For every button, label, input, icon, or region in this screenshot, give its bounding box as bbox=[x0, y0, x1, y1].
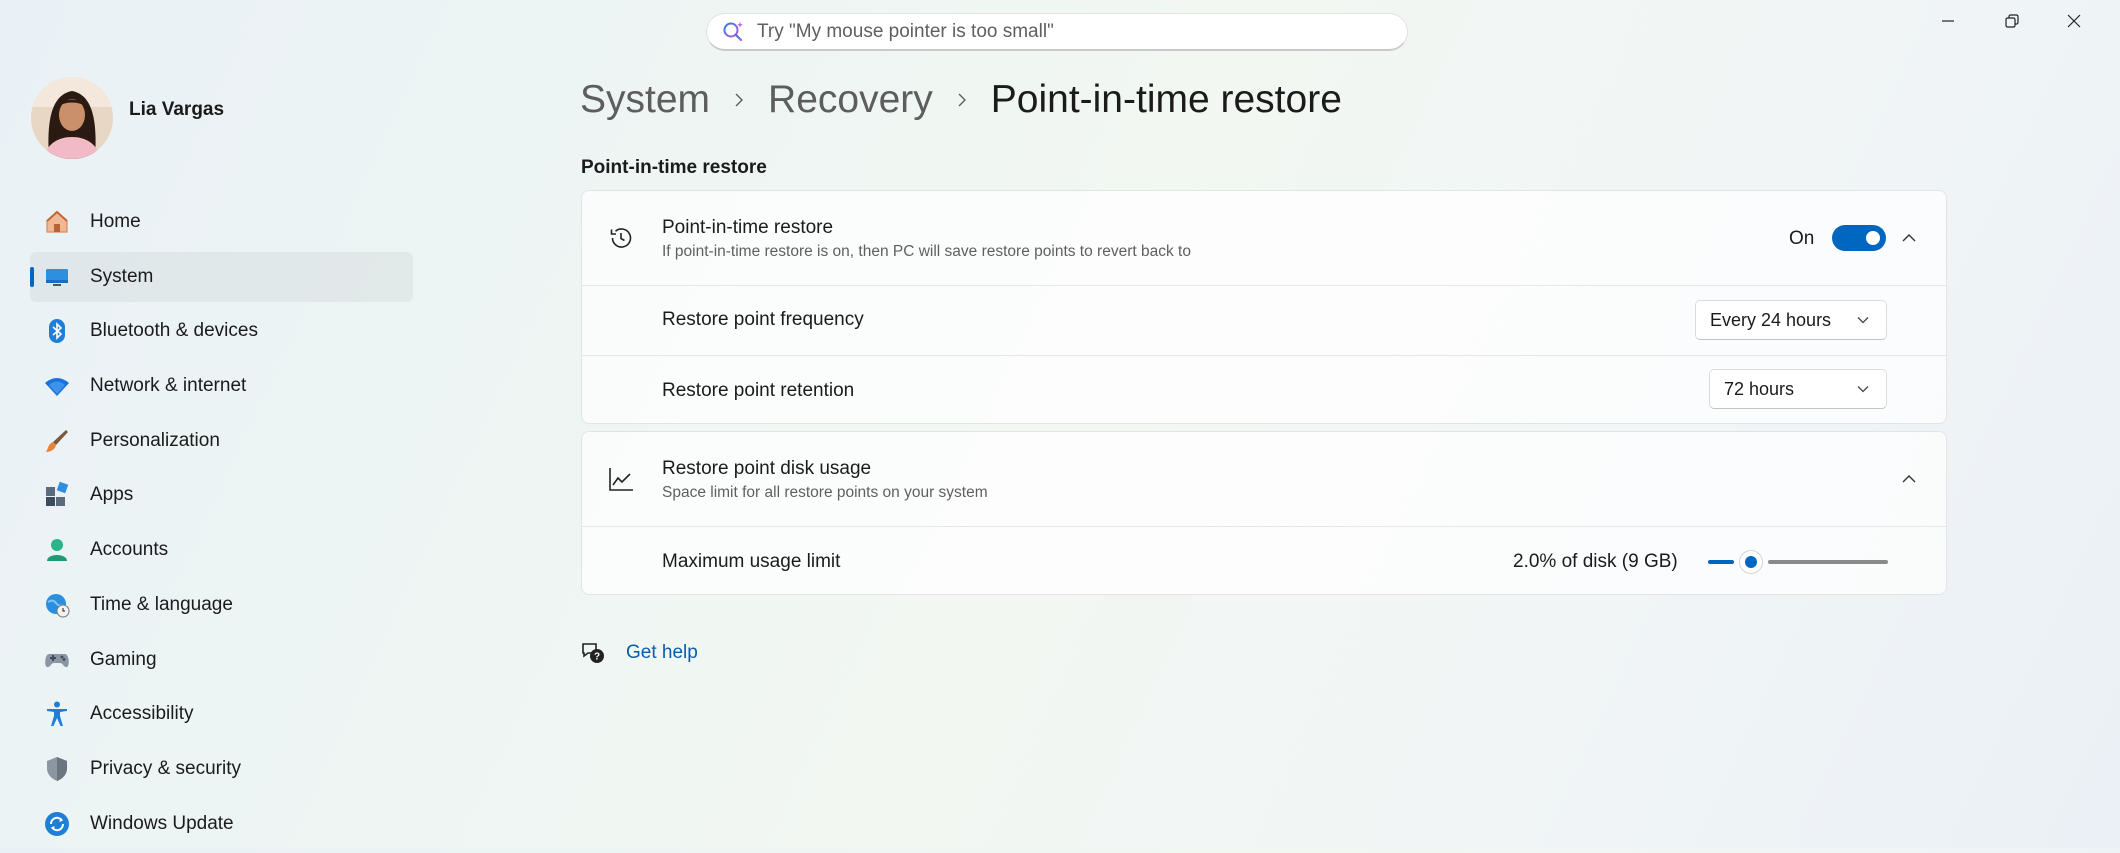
sidebar-item-label: Bluetooth & devices bbox=[90, 320, 258, 342]
sidebar-nav: Home System Bluetooth & devices Network … bbox=[30, 197, 413, 853]
chevron-down-icon bbox=[1857, 386, 1869, 393]
sidebar-item-accounts[interactable]: Accounts bbox=[30, 525, 413, 575]
sidebar-item-apps[interactable]: Apps bbox=[30, 470, 413, 520]
avatar[interactable] bbox=[31, 77, 113, 159]
svg-text:?: ? bbox=[594, 652, 600, 663]
sidebar-item-label: Network & internet bbox=[90, 375, 247, 397]
chevron-up-icon bbox=[1902, 475, 1916, 483]
sidebar-item-bluetooth[interactable]: Bluetooth & devices bbox=[30, 306, 413, 356]
restore-icon bbox=[2005, 14, 2019, 28]
sidebar-item-privacy[interactable]: Privacy & security bbox=[30, 744, 413, 794]
disk-usage-header-row[interactable]: Restore point disk usage Space limit for… bbox=[582, 432, 1946, 526]
sidebar-item-network[interactable]: Network & internet bbox=[30, 361, 413, 411]
breadcrumb: System Recovery Point-in-time restore bbox=[580, 78, 1342, 122]
close-icon bbox=[2067, 14, 2081, 28]
get-help: ? Get help bbox=[580, 640, 698, 666]
max-usage-row: Maximum usage limit 2.0% of disk (9 GB) bbox=[582, 526, 1946, 594]
get-help-link[interactable]: Get help bbox=[626, 642, 698, 664]
breadcrumb-system[interactable]: System bbox=[580, 78, 710, 122]
help-chat-icon: ? bbox=[582, 643, 604, 663]
search-box[interactable] bbox=[706, 13, 1408, 51]
sidebar-item-label: Privacy & security bbox=[90, 757, 241, 779]
breadcrumb-recovery[interactable]: Recovery bbox=[768, 78, 933, 122]
update-icon bbox=[43, 810, 71, 838]
max-usage-label: Maximum usage limit bbox=[662, 551, 841, 572]
frequency-row: Restore point frequency Every 24 hours bbox=[582, 285, 1946, 355]
slider-fill bbox=[1708, 560, 1734, 564]
system-icon bbox=[43, 263, 71, 291]
sidebar-item-accessibility[interactable]: Accessibility bbox=[30, 689, 413, 739]
sidebar-item-time-language[interactable]: Time & language bbox=[30, 580, 413, 630]
search-input[interactable] bbox=[755, 19, 1359, 44]
sidebar-item-label: Windows Update bbox=[90, 812, 234, 834]
slider-thumb[interactable] bbox=[1740, 551, 1762, 573]
retention-value: 72 hours bbox=[1724, 378, 1795, 399]
sidebar-item-label: Apps bbox=[90, 484, 134, 506]
sidebar-item-label: Accounts bbox=[90, 539, 169, 561]
sidebar-item-home[interactable]: Home bbox=[30, 197, 413, 247]
restore-toggle-row[interactable]: Point-in-time restore If point-in-time r… bbox=[582, 191, 1946, 285]
sidebar-item-label: Home bbox=[90, 211, 141, 232]
sidebar-item-label: Time & language bbox=[90, 593, 233, 615]
toggle-state-label: On bbox=[1789, 228, 1815, 249]
wifi-icon bbox=[43, 372, 71, 400]
sidebar-item-system[interactable]: System bbox=[30, 251, 413, 302]
gamepad-icon bbox=[43, 646, 71, 674]
search-icon bbox=[723, 21, 743, 41]
restore-settings-card: Point-in-time restore If point-in-time r… bbox=[581, 190, 1947, 424]
minimize-button[interactable] bbox=[1918, 6, 1978, 36]
chevron-down-icon bbox=[1857, 317, 1869, 324]
disk-usage-title: Restore point disk usage bbox=[662, 458, 872, 479]
globe-clock-icon bbox=[43, 591, 71, 619]
sidebar-item-label: Accessibility bbox=[90, 703, 194, 725]
user-name: Lia Vargas bbox=[129, 99, 225, 120]
avatar-image bbox=[31, 77, 113, 159]
restore-subtitle: If point-in-time restore is on, then PC … bbox=[662, 243, 1191, 260]
retention-label: Restore point retention bbox=[662, 380, 855, 401]
sidebar-item-label: System bbox=[90, 265, 154, 287]
history-icon bbox=[606, 223, 636, 253]
frequency-label: Restore point frequency bbox=[662, 309, 864, 330]
sidebar-item-label: Gaming bbox=[90, 648, 157, 670]
brush-icon bbox=[43, 427, 71, 455]
apps-icon bbox=[43, 481, 71, 509]
disk-usage-subtitle: Space limit for all restore points on yo… bbox=[662, 484, 988, 501]
max-usage-value: 2.0% of disk (9 GB) bbox=[1513, 551, 1678, 572]
slider-track bbox=[1768, 560, 1888, 564]
shield-icon bbox=[43, 755, 71, 783]
sidebar-item-gaming[interactable]: Gaming bbox=[30, 635, 413, 685]
chart-line-icon bbox=[606, 464, 636, 494]
restore-button[interactable] bbox=[1982, 6, 2042, 36]
accessibility-icon bbox=[43, 700, 71, 728]
disk-usage-card: Restore point disk usage Space limit for… bbox=[581, 431, 1947, 595]
retention-dropdown[interactable]: 72 hours bbox=[1709, 369, 1887, 409]
chevron-up-icon bbox=[1902, 234, 1916, 242]
home-icon bbox=[43, 208, 71, 236]
minimize-icon bbox=[1942, 20, 1954, 22]
sidebar-item-label: Personalization bbox=[90, 429, 220, 451]
restore-toggle[interactable] bbox=[1832, 225, 1886, 251]
chevron-right-icon bbox=[730, 91, 748, 109]
section-title: Point-in-time restore bbox=[581, 157, 767, 178]
close-button[interactable] bbox=[2044, 6, 2104, 36]
chevron-right-icon bbox=[953, 91, 971, 109]
sidebar-item-windows-update[interactable]: Windows Update bbox=[30, 799, 413, 849]
page-title: Point-in-time restore bbox=[990, 78, 1342, 121]
max-usage-slider[interactable] bbox=[1708, 549, 1888, 575]
restore-title: Point-in-time restore bbox=[662, 217, 834, 238]
frequency-value: Every 24 hours bbox=[1710, 309, 1832, 330]
collapse-button[interactable] bbox=[1894, 464, 1924, 494]
sidebar-item-personalization[interactable]: Personalization bbox=[30, 416, 413, 466]
toggle-knob bbox=[1866, 231, 1880, 245]
collapse-button[interactable] bbox=[1894, 223, 1924, 253]
accounts-icon bbox=[43, 536, 71, 564]
retention-row: Restore point retention 72 hours bbox=[582, 355, 1946, 423]
frequency-dropdown[interactable]: Every 24 hours bbox=[1695, 300, 1887, 340]
bluetooth-icon bbox=[43, 317, 71, 345]
